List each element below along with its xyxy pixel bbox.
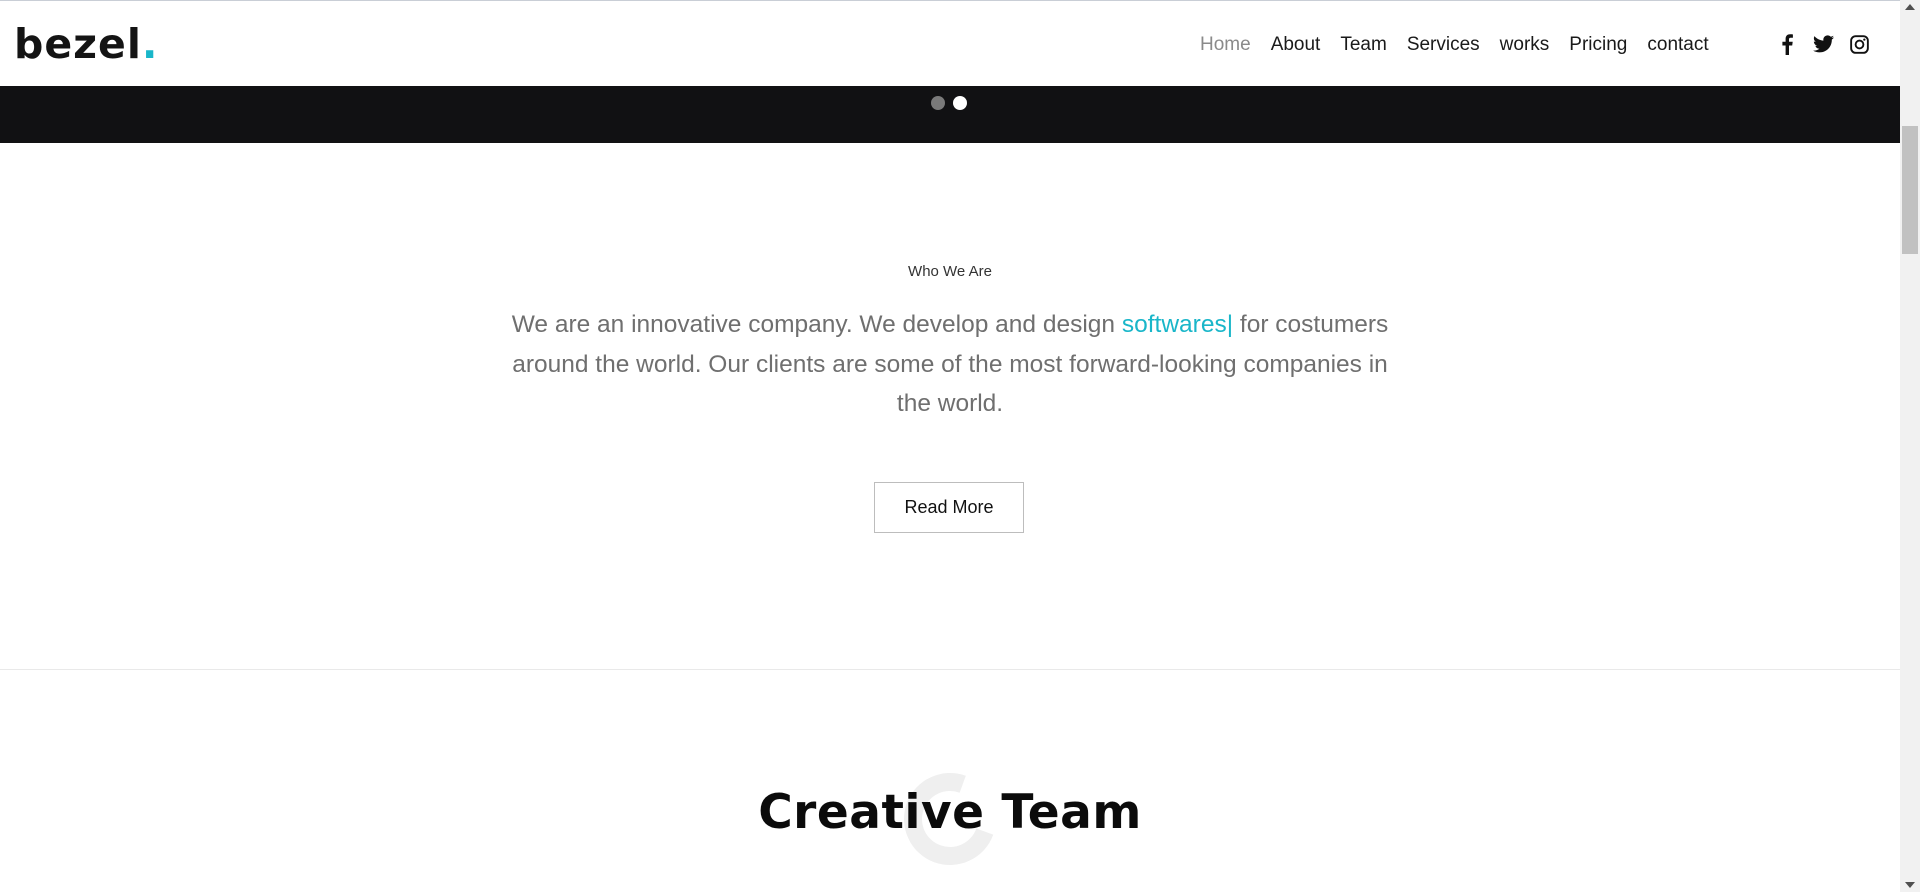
slider-dot-2[interactable] <box>953 96 967 110</box>
slider-dot-1[interactable] <box>931 96 945 110</box>
about-text-before: We are an innovative company. We develop… <box>511 311 1122 338</box>
slider-pagination <box>931 96 967 110</box>
hero-slider-band <box>0 86 1900 143</box>
nav-item-about[interactable]: About <box>1261 31 1331 59</box>
scrollbar-thumb[interactable] <box>1902 126 1918 254</box>
section-divider <box>0 669 1900 670</box>
page: bezel. Home About Team Services works Pr… <box>0 0 1920 892</box>
twitter-icon[interactable] <box>1812 31 1834 57</box>
nav-item-contact[interactable]: contact <box>1637 31 1718 59</box>
facebook-icon[interactable] <box>1776 31 1798 57</box>
logo[interactable]: bezel. <box>14 19 158 69</box>
team-section-title: Creative Team <box>758 785 1142 840</box>
scroll-down-arrow-icon[interactable] <box>1905 882 1915 888</box>
main-nav: Home About Team Services works Pricing c… <box>1190 31 1719 59</box>
typed-highlight-word: softwares <box>1121 311 1227 338</box>
section-label-who-we-are: Who We Are <box>908 263 992 280</box>
instagram-icon[interactable] <box>1848 31 1870 57</box>
about-description: We are an innovative company. We develop… <box>510 305 1390 424</box>
nav-item-pricing[interactable]: Pricing <box>1559 31 1637 59</box>
nav-item-home[interactable]: Home <box>1190 31 1261 59</box>
site-header: bezel. Home About Team Services works Pr… <box>0 1 1900 86</box>
read-more-button[interactable]: Read More <box>874 482 1024 533</box>
logo-text: bezel <box>14 20 142 68</box>
nav-item-team[interactable]: Team <box>1330 31 1396 59</box>
nav-item-services[interactable]: Services <box>1397 31 1490 59</box>
scroll-up-arrow-icon[interactable] <box>1905 4 1915 10</box>
social-links <box>1776 31 1870 57</box>
page-scrollbar[interactable] <box>1900 0 1920 892</box>
nav-item-works[interactable]: works <box>1490 31 1560 59</box>
logo-dot: . <box>141 20 159 68</box>
